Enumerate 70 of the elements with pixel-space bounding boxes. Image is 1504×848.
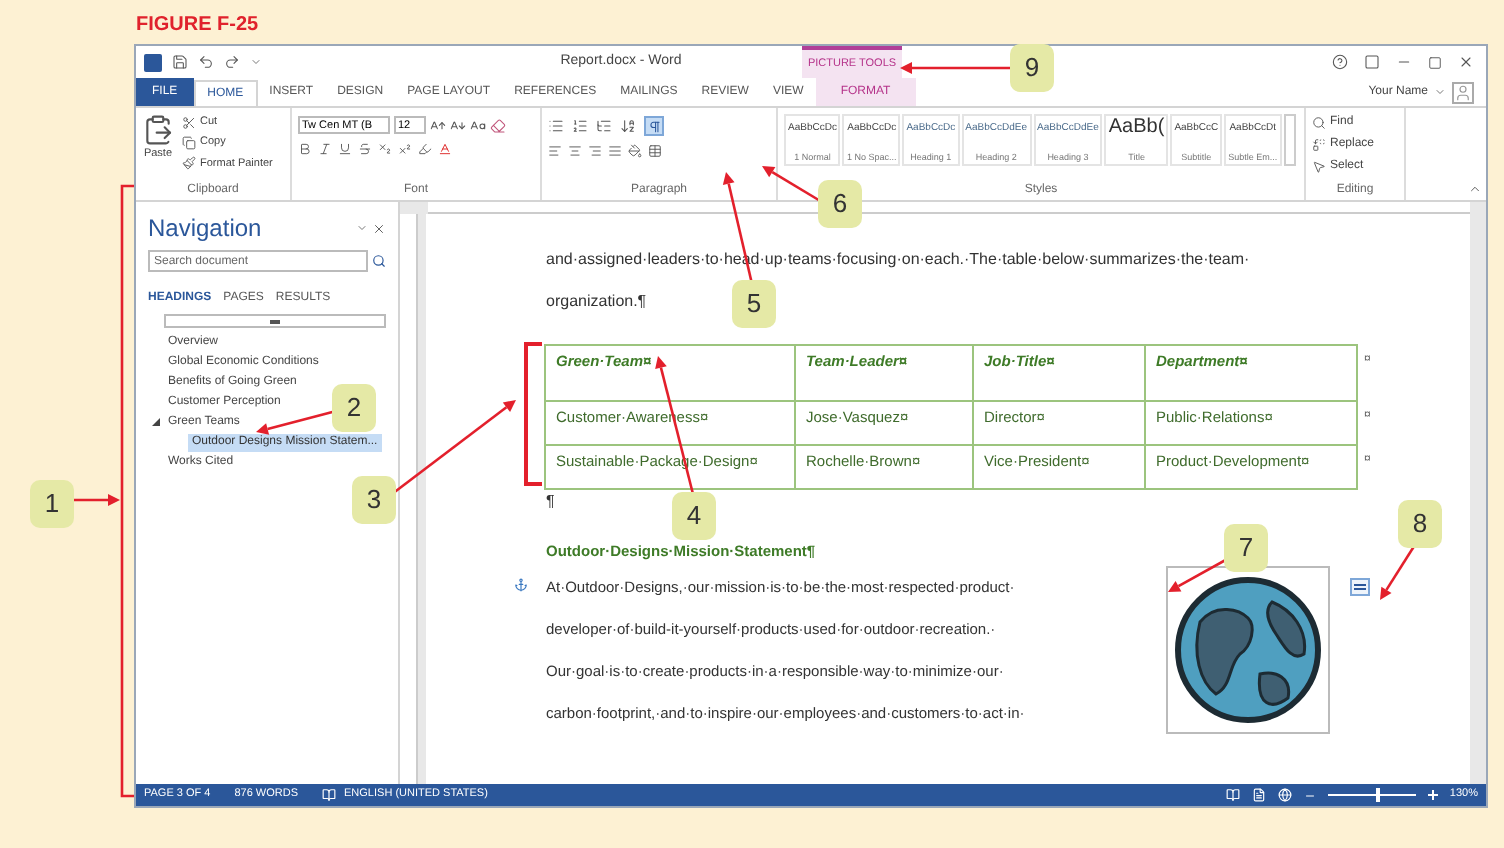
subscript-icon[interactable] [378, 142, 392, 156]
font-color-icon[interactable] [438, 142, 452, 156]
callout-number: 8 [1398, 500, 1442, 548]
copy-icon[interactable] [182, 135, 196, 150]
save-icon[interactable] [172, 54, 188, 70]
italic-icon[interactable] [318, 142, 332, 156]
shrink-font-icon[interactable] [450, 117, 466, 133]
undo-icon[interactable] [198, 54, 214, 70]
align-right-icon[interactable] [588, 144, 602, 158]
borders-icon[interactable] [648, 144, 662, 158]
close-icon[interactable] [372, 221, 386, 235]
collapse-ribbon-icon[interactable] [1468, 182, 1482, 196]
paragraph-mark: ¶ [546, 490, 557, 514]
clear-formatting-icon[interactable] [490, 117, 506, 133]
multilevel-list-icon[interactable] [596, 118, 612, 134]
callout-number: 9 [1010, 44, 1054, 92]
gallery-scrollbar[interactable] [1283, 114, 1296, 166]
layout-options-button[interactable] [1350, 578, 1370, 596]
help-icon[interactable] [1332, 54, 1348, 70]
pane-title: Navigation [148, 214, 262, 242]
numbering-icon[interactable] [572, 118, 588, 134]
body-text: organization.¶ [546, 290, 647, 314]
underline-icon[interactable] [338, 142, 352, 156]
web-layout-icon[interactable] [1277, 788, 1292, 802]
grow-font-icon[interactable] [430, 117, 446, 133]
search-icon[interactable] [372, 254, 386, 268]
highlighter-icon[interactable] [418, 142, 432, 156]
callout-arrow [391, 400, 516, 496]
close-icon[interactable] [1458, 54, 1474, 70]
expanded-triangle-icon[interactable] [152, 418, 160, 426]
anchor-icon [514, 578, 528, 592]
bracket-line [524, 342, 542, 486]
callout-number: 3 [352, 476, 396, 524]
bold-icon[interactable] [298, 142, 312, 156]
callout-arrow [74, 494, 120, 506]
zoom-out-icon[interactable] [1303, 789, 1316, 801]
callout-number: 6 [818, 180, 862, 228]
figure-label: FIGURE F-25 [136, 14, 261, 38]
ribbon-display-icon[interactable] [1364, 54, 1380, 70]
proofing-icon[interactable] [322, 788, 337, 802]
superscript-icon[interactable] [398, 142, 412, 156]
shading-icon[interactable] [628, 144, 642, 158]
callout-number: 1 [30, 480, 74, 528]
show-formatting-marks-button[interactable] [644, 116, 664, 136]
callout-number: 2 [332, 384, 376, 432]
scissors-icon[interactable] [182, 115, 196, 130]
align-left-icon[interactable] [548, 144, 562, 158]
read-mode-icon[interactable] [1225, 788, 1240, 802]
change-case-icon[interactable] [470, 117, 486, 133]
callout-number: 5 [732, 280, 776, 328]
maximize-icon[interactable] [1428, 55, 1442, 69]
align-center-icon[interactable] [568, 144, 582, 158]
zoom-in-icon[interactable] [1427, 790, 1438, 800]
sort-icon[interactable] [620, 118, 636, 134]
justify-icon[interactable] [608, 144, 622, 158]
paintbrush-icon[interactable] [182, 156, 196, 171]
callout-arrow [762, 166, 823, 204]
pilcrow-icon [647, 119, 661, 133]
find-icon[interactable] [1312, 116, 1326, 130]
callout-number: 7 [1224, 524, 1268, 572]
pointer-icon[interactable] [1312, 160, 1326, 174]
avatar-icon[interactable] [1452, 81, 1474, 103]
bullets-icon[interactable] [548, 118, 564, 134]
zoom-slider-thumb[interactable] [1376, 788, 1381, 802]
callout-arrow [900, 62, 1010, 74]
print-layout-icon[interactable] [1251, 788, 1266, 802]
redo-icon[interactable] [224, 54, 240, 70]
callout-number: 4 [672, 492, 716, 540]
strikethrough-icon[interactable] [358, 142, 372, 156]
paste-icon[interactable] [142, 114, 174, 146]
